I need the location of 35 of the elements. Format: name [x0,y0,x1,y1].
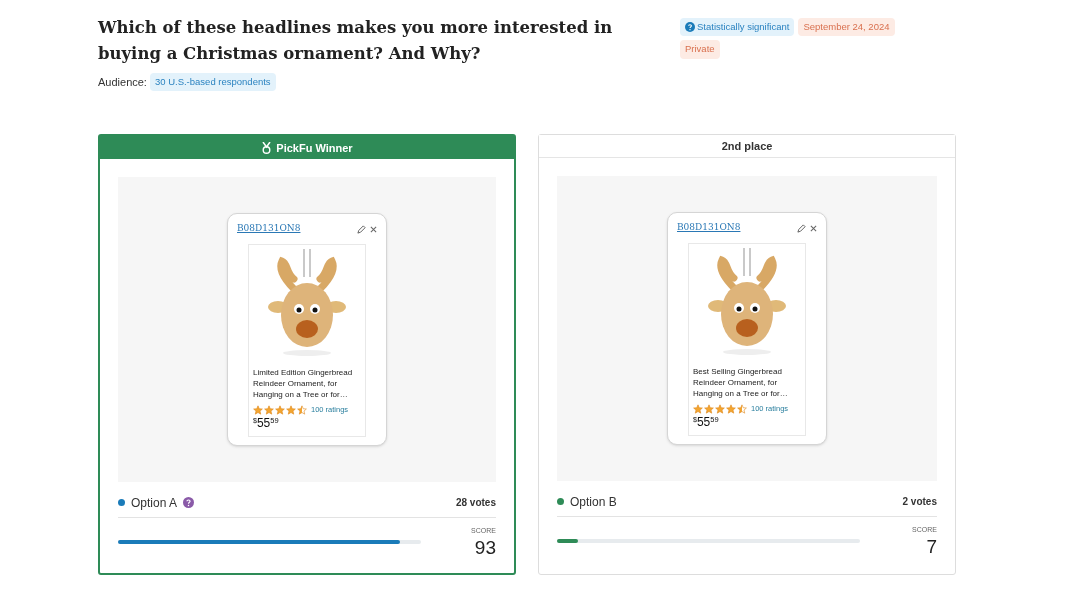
star-icon [253,404,263,415]
vote-count: 28 votes [455,496,496,511]
product-title: Limited Edition Gingerbread Reindeer Ornament, for Hanging on a Tree or for… [253,366,354,400]
score-value: 7 [926,535,937,558]
card-header-text: 2nd place [721,139,773,154]
star-icon [264,404,274,415]
asin-link[interactable]: B08D131ON8 [237,222,301,236]
tag-text: Private [685,42,715,57]
star-icon [726,403,736,414]
medal-icon [261,141,273,154]
tag-text: Statistically significant [697,20,790,34]
close-icon[interactable] [370,225,377,233]
audience-tag: 30 U.S.-based respondents [149,73,276,92]
option-name: Option A [131,494,178,512]
star-icon [275,404,285,415]
audience-label: Audience: [98,74,147,90]
star-icon [704,403,714,414]
option-name: Option B [570,493,617,511]
product-title: Best Selling Gingerbread Reindeer Ornament, for Hanging on a Tree or for… [693,365,789,399]
pencil-icon[interactable] [357,224,366,234]
asin-link[interactable]: B08D131ON8 [677,221,741,235]
help-icon [685,22,695,33]
vote-count: 2 votes [902,495,937,510]
close-icon[interactable] [810,224,817,232]
pencil-icon[interactable] [797,223,806,233]
survey-question: Which of these headlines makes you more interested in buying a Christmas ornament? And Why? [98,17,614,65]
star-icon [286,404,296,415]
star-icon [737,403,747,414]
score-value: 93 [474,536,496,559]
star-icon [693,403,703,414]
star-icon [715,403,725,414]
help-icon[interactable] [183,497,195,509]
card-header-text: PickFu Winner [276,140,353,156]
star-icon [297,404,307,415]
tag-text: September 24, 2024 [803,20,890,34]
